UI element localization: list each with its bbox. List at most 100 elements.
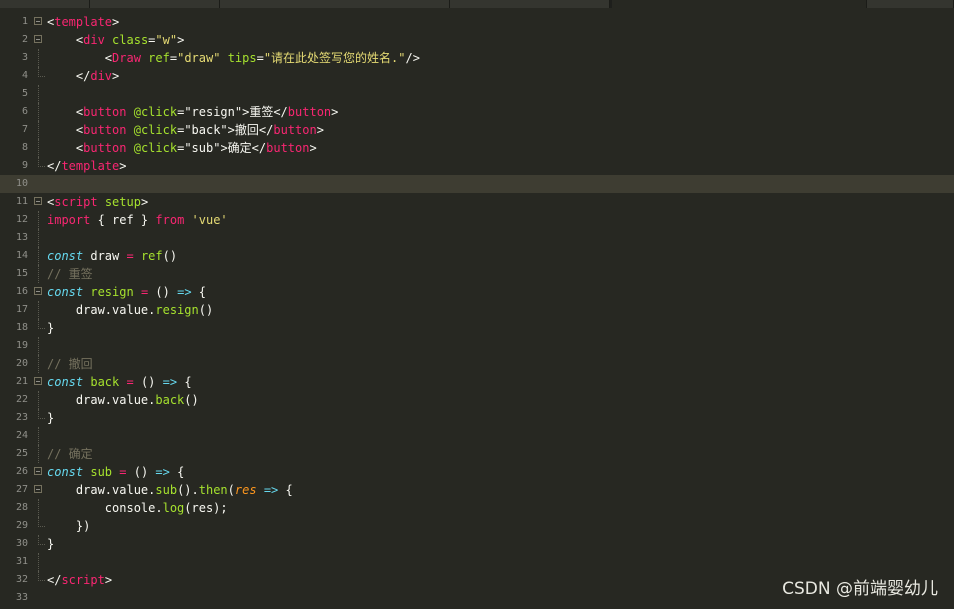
fold-toggle-icon[interactable]	[34, 197, 42, 205]
code-token: div	[90, 69, 113, 83]
code-line[interactable]: 17 draw.value.resign()	[0, 301, 954, 319]
tab-2[interactable]	[90, 0, 220, 8]
code-lines[interactable]: 1 <template> 2 <div class="w"> 3 <Draw ref=…	[0, 13, 954, 607]
code-text: <Draw ref="draw" tips="请在此处签写您的姓名."/>	[47, 49, 420, 67]
code-line[interactable]: 10	[0, 175, 954, 193]
code-token: // 重签	[47, 267, 93, 281]
line-number: 1	[21, 16, 28, 27]
code-token: "w"	[155, 33, 178, 47]
line-number: 11	[15, 196, 28, 207]
code-line[interactable]: 16 const resign = () => {	[0, 283, 954, 301]
code-token: from	[155, 213, 185, 227]
line-number: 22	[15, 394, 28, 405]
code-line[interactable]: 7 <button @click="back">撤回</button>	[0, 121, 954, 139]
fold-end-marker	[38, 571, 45, 581]
code-token: setup	[104, 195, 141, 209]
tab-3[interactable]	[220, 0, 450, 8]
code-token: button	[83, 105, 127, 119]
code-token: script	[61, 573, 105, 587]
code-token: =	[126, 375, 134, 389]
line-number: 23	[15, 412, 28, 423]
code-line[interactable]: 15 // 重签	[0, 265, 954, 283]
code-line[interactable]: 6 <button @click="resign">重签</button>	[0, 103, 954, 121]
fold-toggle-icon[interactable]	[34, 485, 42, 493]
fold-toggle-icon[interactable]	[34, 287, 42, 295]
code-line[interactable]: 29 })	[0, 517, 954, 535]
code-line[interactable]: 24	[0, 427, 954, 445]
code-line[interactable]: 18}	[0, 319, 954, 337]
code-line[interactable]: 22 draw.value.back()	[0, 391, 954, 409]
code-line[interactable]: 9 </template>	[0, 157, 954, 175]
code-line[interactable]: 27 draw.value.sub().then(res => {	[0, 481, 954, 499]
code-line[interactable]: 21 const back = () => {	[0, 373, 954, 391]
code-token: >	[140, 195, 149, 209]
fold-toggle-icon[interactable]	[34, 35, 42, 43]
tab-6[interactable]	[867, 0, 954, 8]
code-line[interactable]: 28 console.log(res);	[0, 499, 954, 517]
code-token: Draw	[112, 51, 141, 65]
code-token: sub	[155, 483, 178, 497]
code-token: "resign"	[184, 105, 243, 119]
tab-1[interactable]	[0, 0, 90, 8]
code-token: resign	[155, 303, 199, 317]
code-token: />	[405, 51, 420, 65]
code-line[interactable]: 14 const draw = ref()	[0, 247, 954, 265]
tab-active[interactable]	[612, 0, 867, 8]
line-number: 33	[15, 592, 28, 603]
fold-toggle-icon[interactable]	[34, 467, 42, 475]
code-token: <	[47, 33, 84, 47]
code-line[interactable]: 20 // 撤回	[0, 355, 954, 373]
code-line[interactable]: 4 </div>	[0, 67, 954, 85]
code-token: draw.value.	[47, 393, 156, 407]
tab-bar	[0, 0, 954, 8]
line-number: 20	[15, 358, 28, 369]
code-line[interactable]: 8 <button @click="sub">确定</button>	[0, 139, 954, 157]
code-line[interactable]: 23}	[0, 409, 954, 427]
code-token: button	[287, 105, 332, 119]
code-token: >重签</	[242, 105, 288, 119]
code-token: draw.value.	[47, 483, 156, 497]
code-text: }	[47, 409, 54, 427]
code-text: const draw = ref()	[47, 247, 177, 265]
code-token: @click	[133, 141, 178, 155]
line-number: 32	[15, 574, 28, 585]
code-token: "sub"	[184, 141, 221, 155]
code-token: <	[47, 141, 84, 155]
code-token: "请在此处签写您的姓名."	[263, 51, 406, 65]
code-text: </div>	[47, 67, 119, 85]
code-token: sub	[90, 465, 113, 479]
code-line[interactable]: 30}	[0, 535, 954, 553]
code-token: =>	[155, 465, 170, 479]
code-text: const back = () => {	[47, 373, 192, 391]
code-text: <button @click="back">撤回</button>	[47, 121, 324, 139]
code-line[interactable]: 3 <Draw ref="draw" tips="请在此处签写您的姓名."/>	[0, 49, 954, 67]
code-line[interactable]: 26 const sub = () => {	[0, 463, 954, 481]
line-number: 31	[15, 556, 28, 567]
tab-4[interactable]	[450, 0, 610, 8]
code-token: >	[119, 159, 127, 173]
code-line[interactable]: 1 <template>	[0, 13, 954, 31]
code-text: })	[47, 517, 90, 535]
code-editor[interactable]: 1 <template> 2 <div class="w"> 3 <Draw ref=…	[0, 0, 954, 609]
code-text: // 确定	[47, 445, 93, 463]
code-token: {	[169, 465, 185, 479]
code-token: >	[316, 123, 324, 137]
fold-toggle-icon[interactable]	[34, 17, 42, 25]
code-line[interactable]: 2 <div class="w">	[0, 31, 954, 49]
code-line[interactable]: 25 // 确定	[0, 445, 954, 463]
code-line[interactable]: 5	[0, 85, 954, 103]
fold-toggle-icon[interactable]	[34, 377, 42, 385]
fold-guide	[38, 211, 39, 229]
code-token: draw.value.	[47, 303, 156, 317]
code-token: const	[47, 285, 84, 299]
code-line[interactable]: 19	[0, 337, 954, 355]
code-line[interactable]: 11 <script setup>	[0, 193, 954, 211]
code-line[interactable]: 13	[0, 229, 954, 247]
code-line[interactable]: 12 import { ref } from 'vue'	[0, 211, 954, 229]
code-token: =>	[177, 285, 192, 299]
code-line[interactable]: 31	[0, 553, 954, 571]
code-text: </script>	[47, 571, 112, 589]
